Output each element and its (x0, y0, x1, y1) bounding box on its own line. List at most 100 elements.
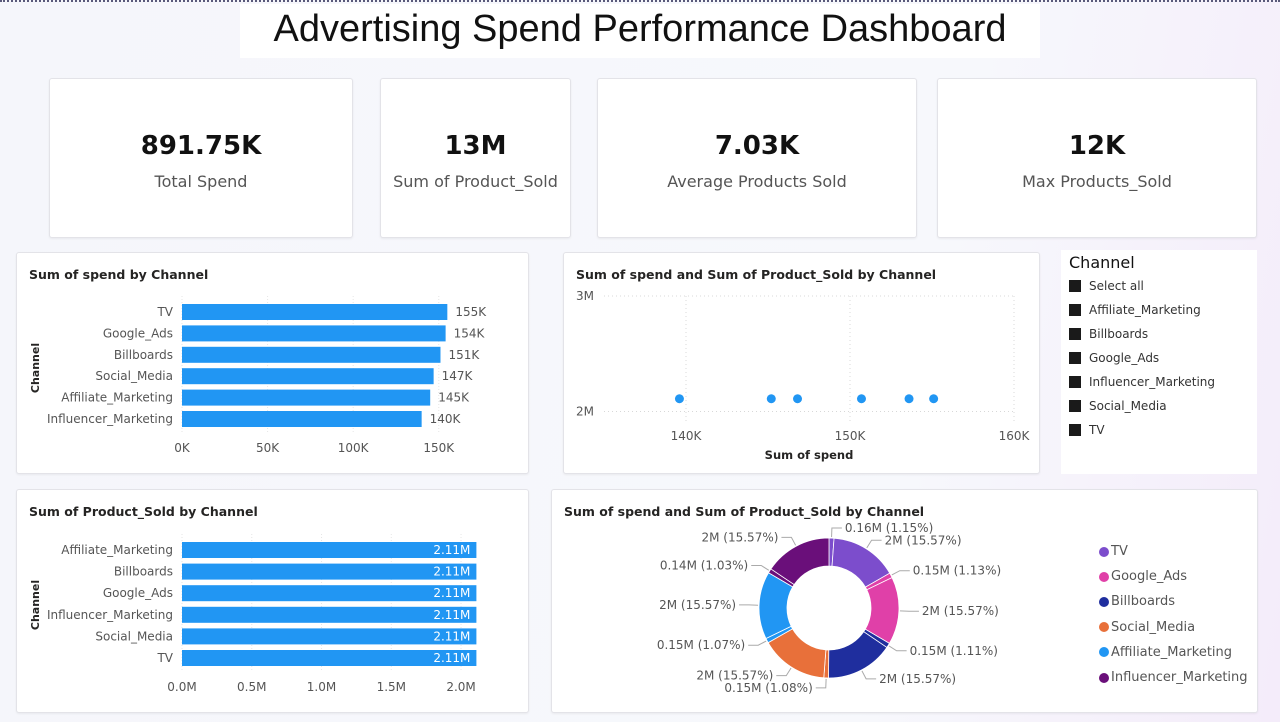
x-tick-label: 0.5M (237, 680, 266, 694)
checkbox-icon[interactable] (1069, 328, 1081, 340)
spend-product-scatter-panel[interactable]: Sum of spend and Sum of Product_Sold by … (563, 252, 1040, 474)
slicer-item-label: Google_Ads (1089, 351, 1160, 365)
x-tick-label: 0.0M (167, 680, 196, 694)
legend-item[interactable]: Google_Ads (1099, 569, 1187, 584)
data-label: 0.15M (1.13%) (913, 564, 1001, 578)
checkbox-icon[interactable] (1069, 304, 1081, 316)
product-sold-by-channel-panel[interactable]: Sum of Product_Sold by Channel 0.0M 0.5M 1… (16, 489, 529, 713)
data-label: 155K (455, 305, 487, 319)
legend-item[interactable]: Social_Media (1099, 620, 1195, 635)
data-label: 2M (15.57%) (696, 669, 773, 683)
y-tick-label: Google_Ads (103, 326, 173, 340)
slicer-item-select-all[interactable]: Select all (1069, 278, 1144, 294)
legend-swatch (1099, 622, 1109, 633)
legend-label: TV (1111, 544, 1128, 559)
bar[interactable] (182, 346, 441, 363)
legend-label: Billboards (1111, 594, 1176, 610)
slicer-item-label: TV (1089, 423, 1105, 437)
slicer-item-google-ads[interactable]: Google_Ads (1069, 350, 1159, 366)
kpi-label: Total Spend (154, 172, 248, 191)
slicer-item-billboards[interactable]: Billboards (1069, 326, 1148, 342)
top-dotted-border (0, 0, 1280, 2)
bar[interactable] (182, 606, 477, 623)
legend-item[interactable]: TV (1099, 544, 1128, 559)
scatter-point[interactable] (674, 394, 684, 404)
slicer-item-tv[interactable]: TV (1069, 422, 1105, 438)
leader-line (866, 539, 882, 549)
y-tick-label: Affiliate_Marketing (61, 543, 173, 557)
bar[interactable] (182, 368, 434, 385)
bar[interactable] (182, 650, 477, 666)
leader-line (781, 536, 797, 546)
y-tick-label: Google_Ads (103, 586, 173, 600)
legend-label: Affiliate_Marketing (1111, 644, 1233, 660)
data-label: 2.11M (433, 608, 470, 622)
checkbox-icon[interactable] (1069, 376, 1081, 388)
legend-swatch (1099, 596, 1109, 607)
kpi-value: 12K (1068, 131, 1126, 161)
data-label: 2.11M (433, 565, 470, 579)
checkbox-icon[interactable] (1069, 424, 1081, 436)
kpi-value: 891.75K (140, 131, 262, 161)
donut-chart: 0.16M (1.15%)2M (15.57%)0.15M (1.13%)2M … (657, 521, 1001, 695)
slicer-item-influencer-marketing[interactable]: Influencer_Marketing (1069, 374, 1215, 390)
bar[interactable] (182, 542, 477, 558)
x-tick-label: 150K (835, 429, 867, 443)
legend-swatch (1099, 672, 1109, 683)
y-tick-label: Billboards (114, 565, 173, 579)
legend-item[interactable]: Affiliate_Marketing (1099, 645, 1232, 660)
y-tick-label: Influencer_Marketing (47, 608, 173, 622)
kpi-card-sum-product-sold[interactable]: 13M Sum of Product_Sold (380, 78, 571, 238)
data-label: 2M (15.57%) (885, 533, 962, 547)
y-tick-label: Social_Media (95, 369, 173, 383)
data-label: 154K (454, 326, 486, 340)
kpi-value: 7.03K (714, 131, 800, 161)
slicer-item-label: Social_Media (1089, 399, 1167, 413)
x-tick-label: 150K (423, 441, 455, 455)
checkbox-icon[interactable] (1069, 400, 1081, 412)
data-label: 2M (15.57%) (922, 604, 999, 618)
bar[interactable] (182, 325, 446, 342)
y-axis-title: Channel (29, 580, 42, 630)
spend-by-channel-panel[interactable]: Sum of spend by Channel 0K 50K 100K 150K Cha… (16, 252, 529, 474)
bar[interactable] (182, 585, 477, 602)
scatter-point[interactable] (904, 394, 914, 404)
data-label: 2.11M (433, 651, 470, 665)
data-label: 0.14M (1.03%) (660, 559, 748, 573)
scatter-point[interactable] (766, 394, 776, 404)
legend-item[interactable]: Influencer_Marketing (1099, 670, 1248, 685)
bar[interactable] (182, 563, 477, 580)
checkbox-icon[interactable] (1069, 280, 1081, 292)
data-label: 2.11M (433, 629, 470, 643)
leader-line (888, 645, 907, 652)
channel-slicer[interactable]: Channel Select all Affiliate_Marketing B… (1061, 250, 1257, 474)
y-tick-label: TV (156, 305, 173, 319)
scatter-point[interactable] (856, 394, 866, 404)
x-tick-label: 100K (338, 441, 370, 455)
kpi-card-total-spend[interactable]: 891.75K Total Spend (49, 78, 353, 238)
scatter-point[interactable] (793, 394, 803, 404)
kpi-card-average-products-sold[interactable]: 7.03K Average Products Sold (597, 78, 917, 238)
donut-panel[interactable]: Sum of spend and Sum of Product_Sold by … (551, 489, 1258, 713)
kpi-card-max-products-sold[interactable]: 12K Max Products_Sold (937, 78, 1257, 238)
legend-item[interactable]: Billboards (1099, 594, 1175, 609)
bar[interactable] (182, 628, 477, 645)
checkbox-icon[interactable] (1069, 352, 1081, 364)
title-banner: Advertising Spend Performance Dashboard (240, 4, 1040, 58)
legend-swatch (1099, 546, 1109, 557)
spend-by-channel-chart: 0K 50K 100K 150K Channel TV 155K Google_Ads 154K… (29, 296, 487, 455)
slicer-item-social-media[interactable]: Social_Media (1069, 398, 1167, 414)
legend-label: Social_Media (1111, 619, 1196, 635)
bar[interactable] (182, 411, 422, 427)
data-label: 0.15M (1.07%) (657, 638, 745, 652)
bar[interactable] (182, 304, 448, 320)
slicer-item-affiliate-marketing[interactable]: Affiliate_Marketing (1069, 302, 1201, 318)
page-title: Advertising Spend Performance Dashboard (273, 8, 1007, 50)
x-tick-label: 160K (999, 429, 1031, 443)
y-tick-label: 2M (576, 404, 594, 418)
y-tick-label: Billboards (114, 348, 173, 362)
bar[interactable] (182, 389, 431, 406)
scatter-point[interactable] (929, 394, 939, 404)
kpi-label: Max Products_Sold (1022, 172, 1172, 191)
slicer-item-label: Influencer_Marketing (1089, 375, 1216, 389)
